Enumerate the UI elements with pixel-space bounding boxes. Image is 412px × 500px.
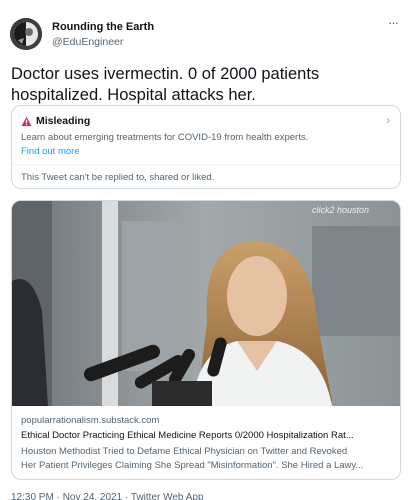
misleading-notice[interactable]: Misleading › Learn about emerging treatm…	[11, 105, 401, 189]
press-conference-photo: click2 houston	[12, 201, 400, 406]
divider	[12, 164, 400, 165]
warning-icon	[21, 116, 32, 126]
avatar-image	[10, 18, 42, 50]
card-image[interactable]: click2 houston	[12, 201, 400, 406]
notice-header: Misleading	[21, 115, 90, 127]
card-description: Houston Methodist Tried to Defame Ethica…	[21, 445, 393, 473]
author-handle[interactable]: @EduEngineer	[52, 36, 123, 48]
card-title[interactable]: Ethical Doctor Practicing Ethical Medici…	[21, 430, 393, 441]
avatar[interactable]	[10, 18, 42, 50]
notice-description: Learn about emerging treatments for COVI…	[21, 132, 309, 143]
more-options-icon[interactable]: ···	[384, 16, 402, 32]
notice-footer: This Tweet can't be replied to, shared o…	[21, 172, 215, 183]
tweet-timestamp[interactable]: 12:30 PM · Nov 24, 2021 · Twitter Web Ap…	[11, 492, 204, 500]
notice-title: Misleading	[36, 115, 91, 127]
image-watermark: click2 houston	[312, 205, 369, 215]
author-name[interactable]: Rounding the Earth	[52, 21, 154, 33]
link-card[interactable]: click2 houston popularrationalism.substa…	[11, 200, 401, 480]
chevron-right-icon: ›	[386, 115, 390, 127]
card-domain: popularrationalism.substack.com	[21, 415, 160, 426]
tweet-text: Doctor uses ivermectin. 0 of 2000 patien…	[11, 65, 320, 104]
card-description-line: Her Patient Privileges Claiming She Spre…	[21, 460, 364, 471]
find-out-more-link[interactable]: Find out more	[21, 146, 80, 157]
tweet-author: Rounding the Earth @EduEngineer ···	[10, 16, 402, 54]
card-description-line: Houston Methodist Tried to Defame Ethica…	[21, 446, 348, 457]
